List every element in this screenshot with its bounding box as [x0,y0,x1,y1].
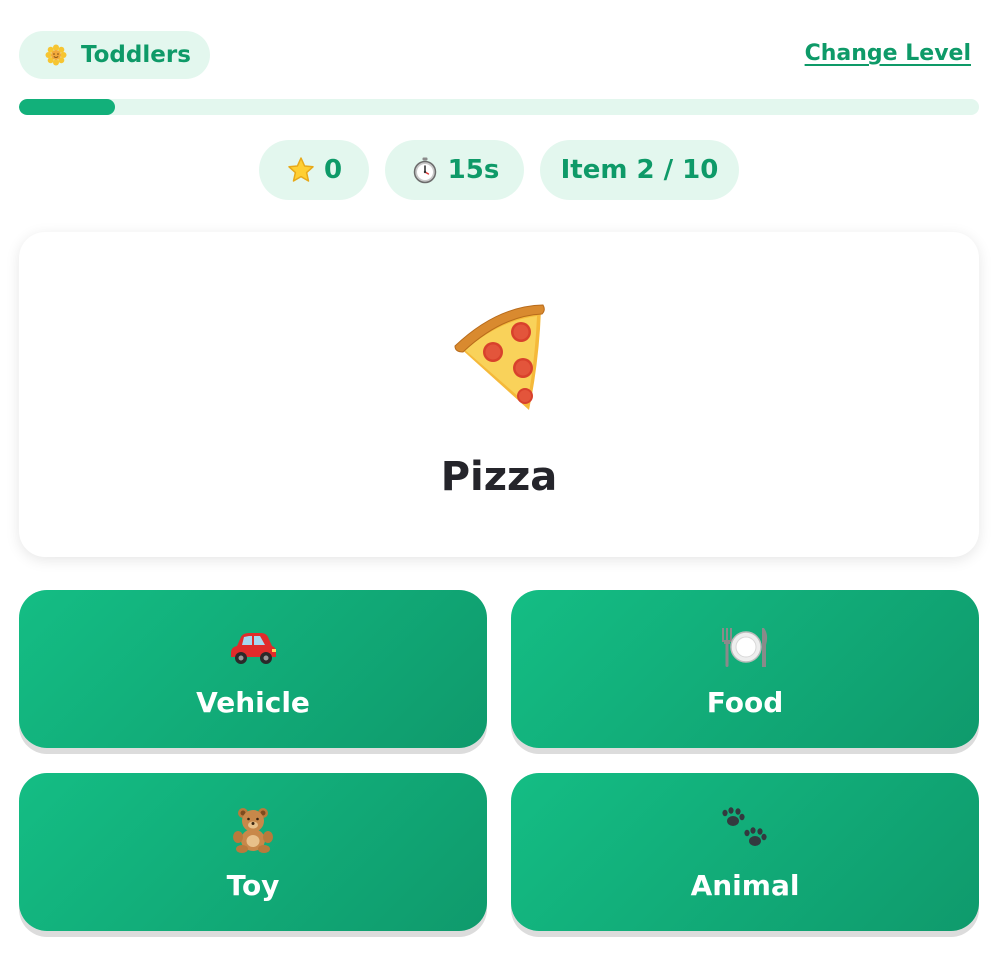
choice-label: Vehicle [196,686,310,719]
choice-button-animal[interactable]: Animal [511,773,979,931]
progress-fill [19,99,115,115]
stopwatch-icon [410,155,440,185]
timer-badge: 15s [385,140,524,200]
progress-bar [19,99,979,115]
categorize-game-screen: Toddlers Change Level 0 15s Item 2 / 10 … [0,0,1000,960]
sun-flower-icon [45,44,67,66]
current-item-card: Pizza [19,232,979,557]
item-counter-value: Item 2 / 10 [560,155,719,185]
teddy-bear-icon [227,807,279,853]
choice-button-vehicle[interactable]: Vehicle [19,590,487,748]
item-name: Pizza [440,454,558,500]
plate-cutlery-icon [719,624,771,670]
choice-button-toy[interactable]: Toy [19,773,487,931]
timer-value: 15s [447,155,500,185]
choice-label: Toy [226,869,280,902]
stats-row: 0 15s Item 2 / 10 [0,140,1000,200]
level-label: Toddlers [81,42,191,68]
star-icon [286,155,316,185]
car-icon [227,624,279,670]
choice-label: Animal [690,869,800,902]
item-counter-badge: Item 2 / 10 [540,140,739,200]
paw-prints-icon [719,807,771,853]
level-badge: Toddlers [19,31,210,79]
score-badge: 0 [259,140,369,200]
change-level-link[interactable]: Change Level [805,41,971,66]
choice-button-food[interactable]: Food [511,590,979,748]
score-value: 0 [323,155,343,185]
pizza-icon [449,302,549,417]
choice-label: Food [706,686,784,719]
